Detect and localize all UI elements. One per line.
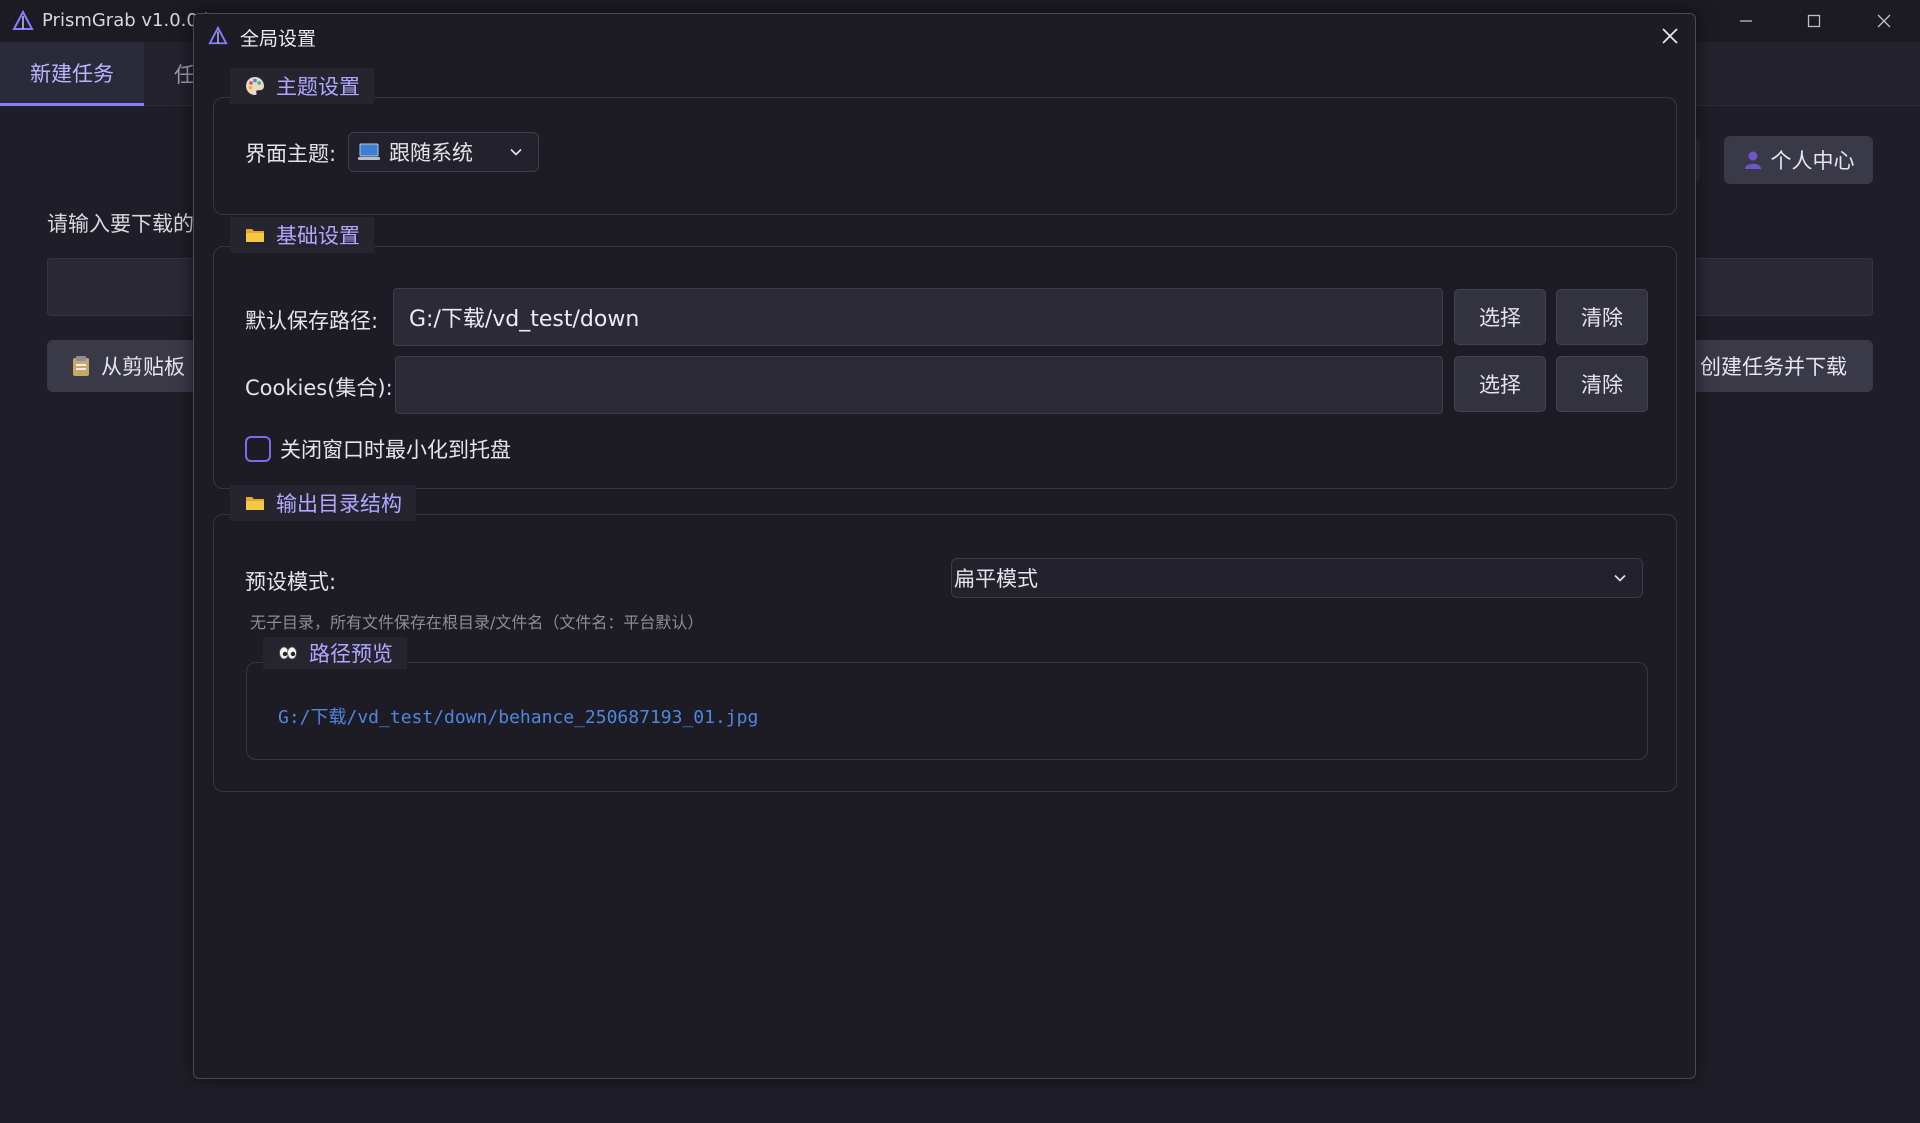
- profile-button[interactable]: 个人中心: [1724, 136, 1873, 184]
- app-logo-icon: [208, 26, 228, 45]
- tab-new-task[interactable]: 新建任务: [0, 42, 144, 106]
- folder-icon: [246, 229, 264, 242]
- app-title: PrismGrab v1.0.0 b: [42, 10, 215, 31]
- theme-settings-legend: 主题设置: [230, 68, 374, 104]
- basic-settings-legend: 基础设置: [230, 217, 374, 253]
- window-close-icon[interactable]: [1850, 0, 1918, 42]
- preset-mode-select[interactable]: 扁平模式: [951, 558, 1643, 598]
- chevron-down-icon: [1614, 574, 1626, 582]
- dialog-title: 全局设置: [240, 28, 317, 50]
- laptop-icon: [358, 143, 380, 160]
- save-path-clear-button[interactable]: 清除: [1556, 289, 1648, 345]
- preset-mode-description: 无子目录，所有文件保存在根目录/文件名（文件名：平台默认）: [250, 613, 704, 632]
- profile-button-label: 个人中心: [1770, 149, 1855, 173]
- basic-settings-group: 基础设置 默认保存路径: G:/下载/vd_test/down 选择 清除 Co…: [213, 217, 1677, 489]
- cookies-input[interactable]: [395, 356, 1443, 414]
- theme-select-value: 跟随系统: [389, 141, 473, 165]
- url-prompt-label: 请输入要下载的: [47, 212, 194, 236]
- save-path-label: 默认保存路径:: [245, 309, 379, 333]
- minimize-icon[interactable]: [1712, 0, 1780, 42]
- theme-settings-group: 主题设置 界面主题: 跟随系统: [213, 68, 1677, 215]
- palette-icon: [246, 77, 264, 95]
- cookies-clear-button[interactable]: 清除: [1556, 356, 1648, 412]
- save-path-select-button[interactable]: 选择: [1454, 289, 1546, 345]
- theme-label: 界面主题:: [245, 142, 337, 166]
- output-structure-legend: 输出目录结构: [230, 485, 416, 521]
- global-settings-dialog: 全局设置 主题设置 界面主题: 跟随系统 基础设置 默认保存路径: G:/下载/…: [193, 13, 1696, 1079]
- basic-settings-legend-label: 基础设置: [276, 224, 360, 248]
- clipboard-icon: [73, 356, 89, 376]
- maximize-icon[interactable]: [1780, 0, 1848, 42]
- path-preview-legend: 路径预览: [263, 637, 407, 669]
- path-preview-box: 路径预览 G:/下载/vd_test/down/behance_25068719…: [246, 637, 1648, 760]
- output-structure-group: 输出目录结构 预设模式: 扁平模式 无子目录，所有文件保存在根目录/文件名（文件…: [213, 485, 1677, 792]
- theme-settings-legend-label: 主题设置: [276, 75, 360, 99]
- chevron-down-icon: [510, 148, 522, 156]
- theme-select[interactable]: 跟随系统: [348, 132, 539, 172]
- save-path-input[interactable]: G:/下载/vd_test/down: [393, 288, 1443, 346]
- folder-icon: [246, 497, 264, 510]
- eyes-icon: [279, 646, 297, 660]
- paste-button-label: 从剪贴板: [101, 355, 185, 379]
- minimize-to-tray-label[interactable]: 关闭窗口时最小化到托盘: [280, 434, 511, 464]
- cookies-select-button[interactable]: 选择: [1454, 356, 1546, 412]
- app-logo-icon: [12, 10, 34, 30]
- preset-mode-value: 扁平模式: [954, 567, 1038, 591]
- path-preview-legend-label: 路径预览: [309, 642, 393, 666]
- close-icon[interactable]: [1656, 22, 1684, 50]
- dialog-titlebar: 全局设置: [194, 14, 1695, 58]
- minimize-to-tray-checkbox[interactable]: [245, 436, 271, 462]
- preset-mode-label: 预设模式:: [245, 570, 337, 594]
- path-preview-text: G:/下载/vd_test/down/behance_250687193_01.…: [278, 707, 759, 728]
- user-icon: [1744, 151, 1761, 169]
- output-structure-legend-label: 输出目录结构: [276, 492, 402, 516]
- cookies-label: Cookies(集合):: [245, 376, 393, 400]
